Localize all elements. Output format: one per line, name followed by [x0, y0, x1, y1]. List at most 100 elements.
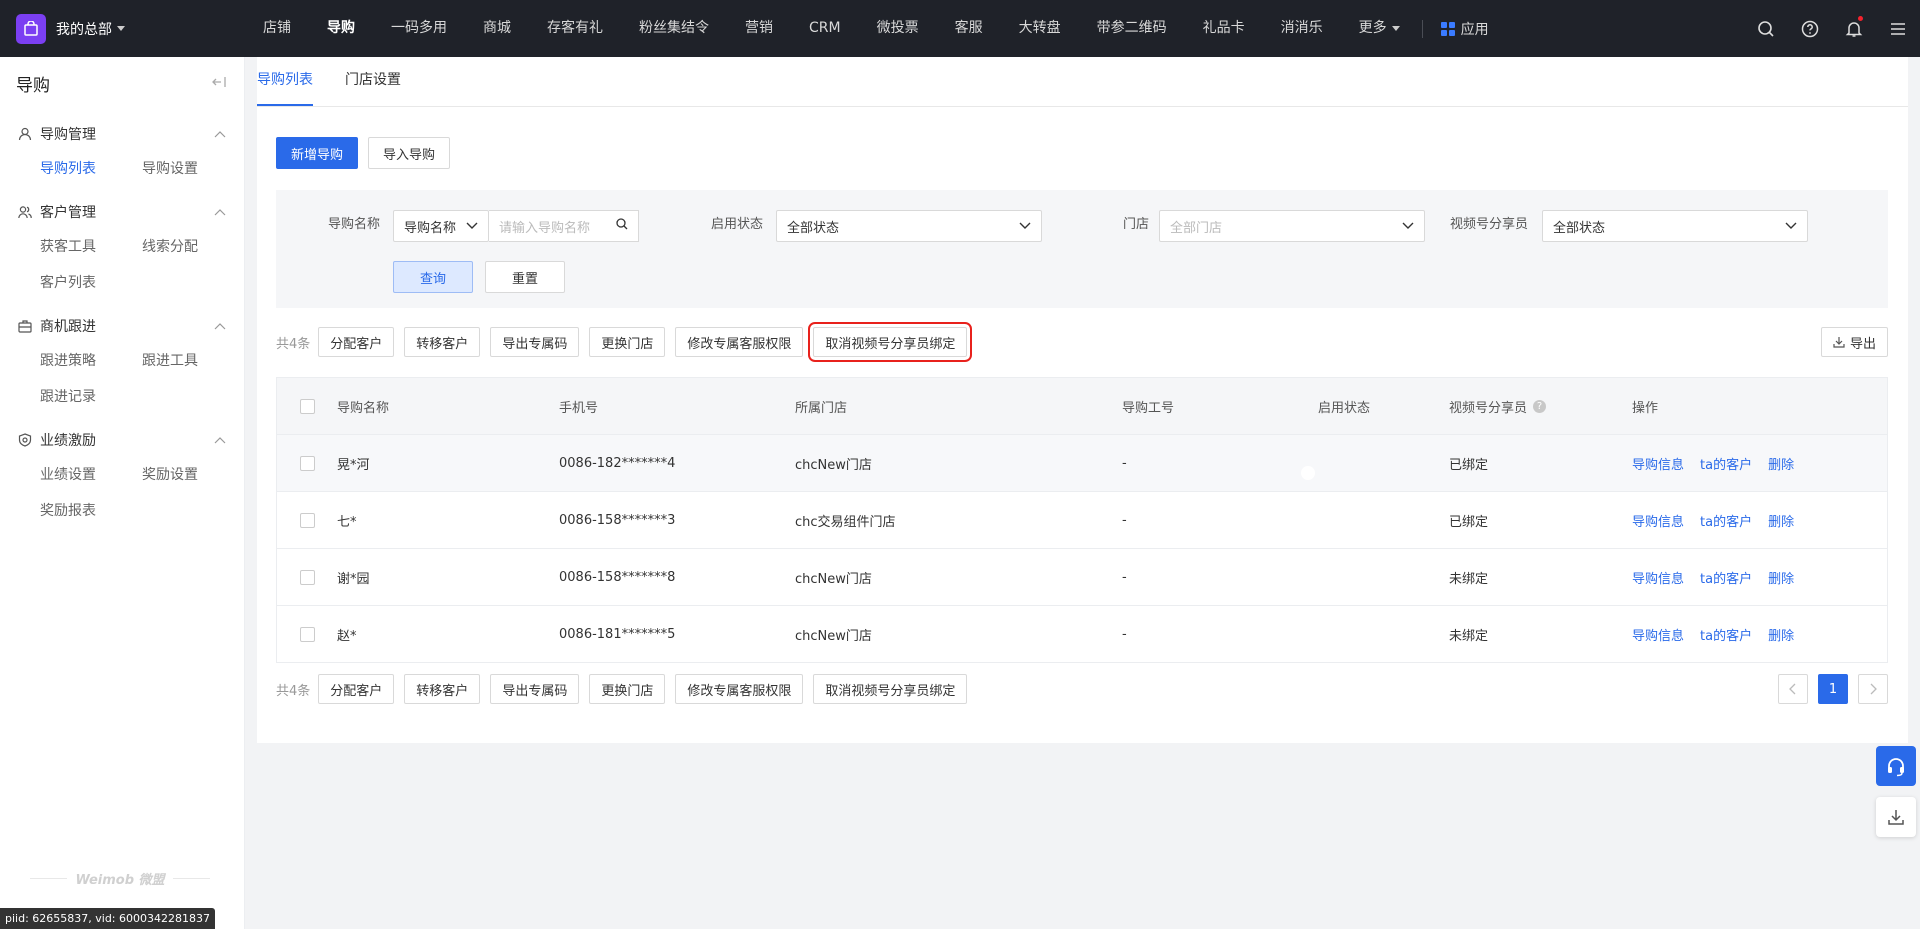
nav-item-qrcode[interactable]: 带参二维码 [1079, 0, 1185, 57]
name-type-select[interactable]: 导购名称 [393, 210, 489, 242]
brand-switcher[interactable]: 我的总部 [0, 0, 245, 57]
download-button[interactable] [1876, 797, 1916, 837]
row-checkbox[interactable] [299, 626, 315, 642]
sidebar-item-reward-report[interactable]: 奖励报表 [40, 493, 142, 529]
customer-service-button[interactable] [1876, 746, 1916, 786]
export-code-button[interactable]: 导出专属码 [490, 327, 580, 357]
nav-item-multi-code[interactable]: 一码多用 [373, 0, 465, 57]
assign-customer-button[interactable]: 分配客户 [318, 674, 395, 704]
nav-apps[interactable]: 应用 [1427, 19, 1503, 39]
ta-customers-link[interactable]: ta的客户 [1700, 454, 1752, 473]
menu-icon[interactable] [1876, 0, 1920, 57]
edit-service-permission-button[interactable]: 修改专属客服权限 [675, 674, 804, 704]
sidebar-item-customer-list[interactable]: 客户列表 [40, 265, 142, 301]
cell-name: 赵* [337, 628, 357, 644]
sidebar-item-reward-settings[interactable]: 奖励设置 [142, 457, 244, 493]
change-store-button[interactable]: 更换门店 [589, 674, 666, 704]
row-checkbox[interactable] [299, 569, 315, 585]
guide-info-link[interactable]: 导购信息 [1632, 511, 1684, 530]
add-guide-button[interactable]: 新增导购 [276, 137, 359, 169]
nav-item-marketing[interactable]: 营销 [727, 0, 791, 57]
delete-link[interactable]: 删除 [1768, 454, 1794, 473]
ta-customers-link[interactable]: ta的客户 [1700, 568, 1752, 587]
guide-name-input[interactable]: 请输入导购名称 [489, 210, 639, 242]
next-page-button[interactable] [1858, 674, 1888, 704]
sidebar-item-follow-strategy[interactable]: 跟进策略 [40, 343, 142, 379]
transfer-customer-button[interactable]: 转移客户 [404, 674, 481, 704]
unbind-sharer-button[interactable]: 取消视频号分享员绑定 [813, 674, 968, 704]
chevron-down-icon [1785, 219, 1797, 234]
help-icon[interactable]: ? [1533, 399, 1547, 413]
query-button[interactable]: 查询 [393, 261, 473, 293]
status-select[interactable]: 全部状态 [776, 210, 1042, 242]
chevron-up-icon [214, 432, 226, 448]
bell-icon[interactable] [1832, 0, 1876, 57]
prev-page-button[interactable] [1778, 674, 1808, 704]
cell-store: chcNew门店 [795, 628, 872, 644]
reset-button[interactable]: 重置 [485, 261, 565, 293]
tab-guide-list[interactable]: 导购列表 [257, 56, 313, 106]
import-guide-button[interactable]: 导入导购 [368, 137, 451, 169]
nav-item-deposit-gift[interactable]: 存客有礼 [529, 0, 621, 57]
nav-item-store[interactable]: 店铺 [245, 0, 309, 57]
row-checkbox[interactable] [299, 512, 315, 528]
page-tabs: 导购列表 门店设置 [257, 57, 1908, 107]
main-nav: 店铺 导购 一码多用 商城 存客有礼 粉丝集结令 营销 CRM 微投票 客服 大… [245, 0, 1503, 57]
change-store-button[interactable]: 更换门店 [589, 327, 666, 357]
search-icon[interactable] [1744, 0, 1788, 57]
top-navbar: 我的总部 店铺 导购 一码多用 商城 存客有礼 粉丝集结令 营销 CRM 微投票… [0, 0, 1920, 57]
sidebar-item-acquire-tools[interactable]: 获客工具 [40, 229, 142, 265]
nav-item-more[interactable]: 更多 [1341, 0, 1418, 57]
transfer-customer-button[interactable]: 转移客户 [404, 327, 481, 357]
row-checkbox[interactable] [299, 455, 315, 471]
nav-item-vote[interactable]: 微投票 [859, 0, 937, 57]
guide-info-link[interactable]: 导购信息 [1632, 568, 1684, 587]
sharer-select[interactable]: 全部状态 [1542, 210, 1808, 242]
sidebar-item-guide-settings[interactable]: 导购设置 [142, 151, 244, 187]
sidebar-group-head[interactable]: 业绩激励 [0, 425, 244, 455]
select-all-checkbox[interactable] [299, 398, 315, 414]
sidebar-item-follow-tools[interactable]: 跟进工具 [142, 343, 244, 379]
caret-down-icon [117, 26, 125, 31]
page-number[interactable]: 1 [1818, 674, 1848, 704]
guide-info-link[interactable]: 导购信息 [1632, 625, 1684, 644]
unbind-sharer-button[interactable]: 取消视频号分享员绑定 [808, 322, 973, 362]
nav-item-game[interactable]: 消消乐 [1263, 0, 1341, 57]
filter-store-label: 门店 [1123, 217, 1150, 232]
nav-item-service[interactable]: 客服 [937, 0, 1001, 57]
nav-item-fans[interactable]: 粉丝集结令 [621, 0, 727, 57]
nav-item-wheel[interactable]: 大转盘 [1001, 0, 1079, 57]
export-code-button[interactable]: 导出专属码 [490, 674, 580, 704]
filter-buttons: 查询 重置 [393, 261, 565, 293]
ta-customers-link[interactable]: ta的客户 [1700, 625, 1752, 644]
sidebar-item-lead-assign[interactable]: 线索分配 [142, 229, 244, 265]
guide-info-link[interactable]: 导购信息 [1632, 454, 1684, 473]
sidebar-group-head[interactable]: 商机跟进 [0, 311, 244, 341]
chevron-up-icon [214, 204, 226, 220]
delete-link[interactable]: 删除 [1768, 511, 1794, 530]
delete-link[interactable]: 删除 [1768, 568, 1794, 587]
sidebar-group-head[interactable]: 客户管理 [0, 197, 244, 227]
sidebar-item-performance-settings[interactable]: 业绩设置 [40, 457, 142, 493]
edit-service-permission-button[interactable]: 修改专属客服权限 [675, 327, 804, 357]
nav-item-giftcard[interactable]: 礼品卡 [1185, 0, 1263, 57]
cell-sharer: 已绑定 [1449, 457, 1489, 473]
collapse-sidebar-icon[interactable] [212, 73, 226, 93]
table-row: 谢*园 0086-158*******8 chcNew门店 - 未绑定 导购信息… [277, 548, 1887, 605]
tab-store-settings[interactable]: 门店设置 [345, 56, 401, 106]
store-select[interactable]: 全部门店 [1159, 210, 1425, 242]
sidebar-item-guide-list[interactable]: 导购列表 [40, 151, 142, 187]
nav-item-mall[interactable]: 商城 [465, 0, 529, 57]
export-button[interactable]: 导出 [1820, 327, 1888, 357]
cell-phone: 0086-181*******5 [559, 626, 676, 642]
delete-link[interactable]: 删除 [1768, 625, 1794, 644]
search-icon[interactable] [616, 218, 628, 234]
nav-item-crm[interactable]: CRM [791, 0, 859, 57]
sidebar-header: 导购 [0, 57, 244, 109]
assign-customer-button[interactable]: 分配客户 [318, 327, 395, 357]
nav-item-guide[interactable]: 导购 [309, 0, 373, 57]
help-icon[interactable] [1788, 0, 1832, 57]
sidebar-item-follow-records[interactable]: 跟进记录 [40, 379, 142, 415]
ta-customers-link[interactable]: ta的客户 [1700, 511, 1752, 530]
sidebar-group-head[interactable]: 导购管理 [0, 119, 244, 149]
